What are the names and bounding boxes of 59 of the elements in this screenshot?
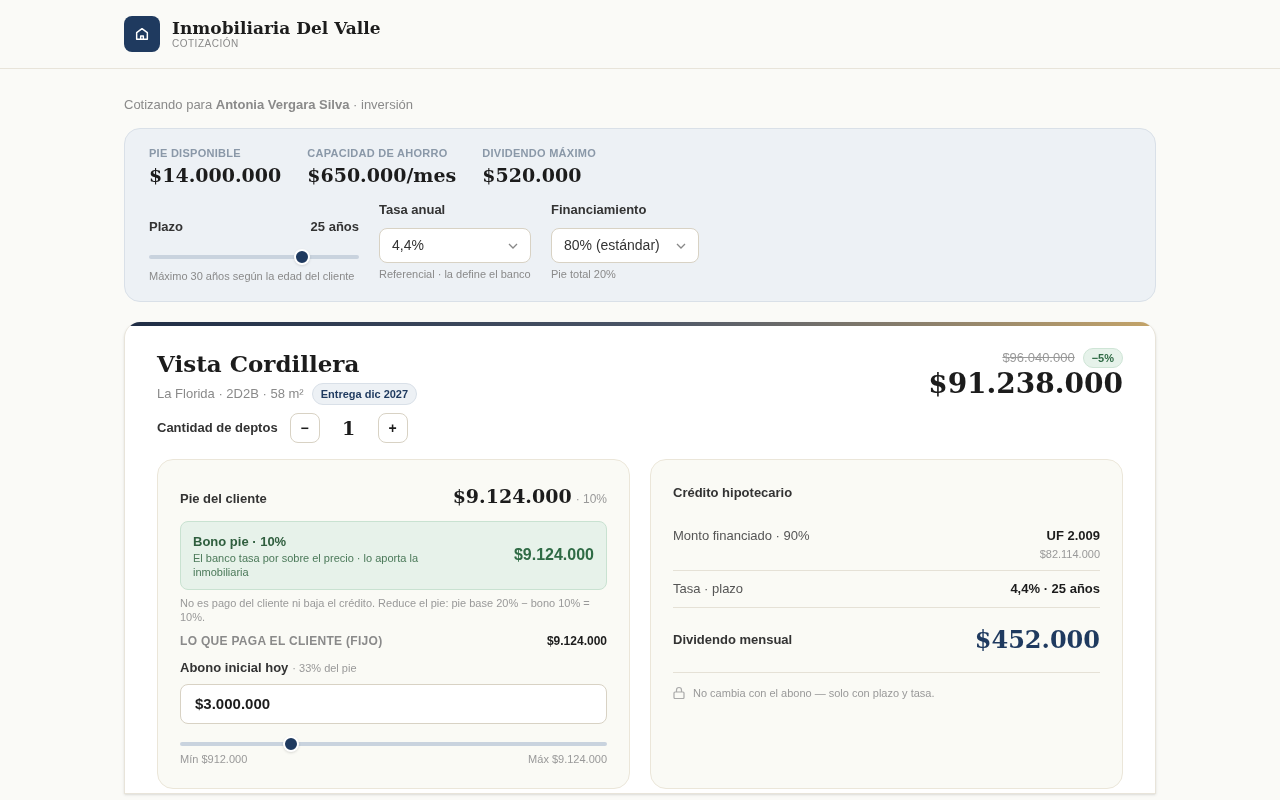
chevron-down-icon [676,242,686,249]
bono-note: No es pago del cliente ni baja el crédito. Reduce el pie: pie base 20% − bono 10% = 10%. [180,596,591,624]
page-subtitle: COTIZACIÓN [172,38,240,50]
dropdown[interactable]: 80% (estándar) [551,228,699,263]
quantity-value: 1 [341,415,357,441]
slider-thumb[interactable] [294,249,311,265]
fixed-value: $9.124.000 [546,633,607,650]
original-price: $96.040.000 [1002,349,1075,367]
discount-badge: −5% [1082,347,1123,368]
slider-max: Máx $9.124.000 [528,752,607,766]
credit-note: No cambia con el abono — solo con plazo y tasa. [693,685,935,701]
credit-row-label: Monto financiado · 90% [673,527,810,545]
panel-title: Pie del cliente [180,490,267,508]
increment-button[interactable]: + [377,413,408,443]
client-line: Cotizando para Antonia Vergara Silva · inversión [124,96,415,114]
stat-value: $650.000/mes [307,163,457,188]
credit-row-value: 4,4% · 25 años [1010,580,1100,598]
project-details: La Florida · 2D2B · 58 m² [157,385,304,403]
abono-hint: · 33% del pie [292,661,357,676]
fixed-label: LO QUE PAGA EL CLIENTE (FIJO) [180,633,383,650]
credit-row-label: Tasa · plazo [673,580,744,598]
bono-description: El banco tasa por sobre el precio · lo aporta la inmobiliaria [193,551,420,579]
abono-slider[interactable] [180,735,607,752]
slider-label: Plazo [149,217,183,236]
abono-label: Abono inicial hoy [180,659,289,677]
credit-row-value: UF 2.009 [1046,527,1100,545]
select-hint: Referencial · la define el banco [379,267,531,282]
lock-icon [673,686,685,700]
home-logo-icon [124,16,160,52]
slider-reading: 25 años [310,217,359,236]
select-label: Financiamiento [551,200,648,219]
panel-title: Crédito hipotecario [673,485,793,500]
term-slider[interactable] [149,249,359,265]
decrement-button[interactable]: − [289,413,320,443]
bono-title: Bono pie · 10% [193,532,288,551]
delivery-badge: Entrega dic 2027 [311,382,418,405]
stat-value: $520.000 [482,163,583,188]
stat-label: PIE DISPONIBLE [149,145,242,161]
select-label: Tasa anual [379,200,447,219]
project-price: $91.238.000 [928,368,1123,400]
stat-label: CAPACIDAD DE AHORRO [307,145,449,161]
stat-label: DIVIDENDO MÁXIMO [482,145,596,161]
project-name: Vista Cordillera [157,348,361,379]
dropdown[interactable]: 4,4% [379,228,531,263]
dividend-label: Dividendo mensual [673,630,793,649]
stat-value: $14.000.000 [149,163,282,188]
dividend-value: $452.000 [974,623,1100,656]
company-name: Inmobiliaria Del Valle [172,18,381,38]
slider-hint: Máximo 30 años según la edad del cliente [149,269,356,284]
chevron-down-icon [508,242,518,249]
credit-row-subvalue: $82.114.000 [1039,546,1100,562]
pie-amount: $9.124.000 [452,484,572,509]
pie-percent: · 10% [575,491,607,508]
quantity-label: Cantidad de deptos [157,419,278,438]
abono-input[interactable]: $3.000.000 [180,683,607,724]
slider-thumb[interactable] [283,735,299,752]
bono-amount: $9.124.000 [513,545,594,566]
slider-min: Mín $912.000 [180,752,248,766]
select-hint: Pie total 20% [551,267,617,282]
